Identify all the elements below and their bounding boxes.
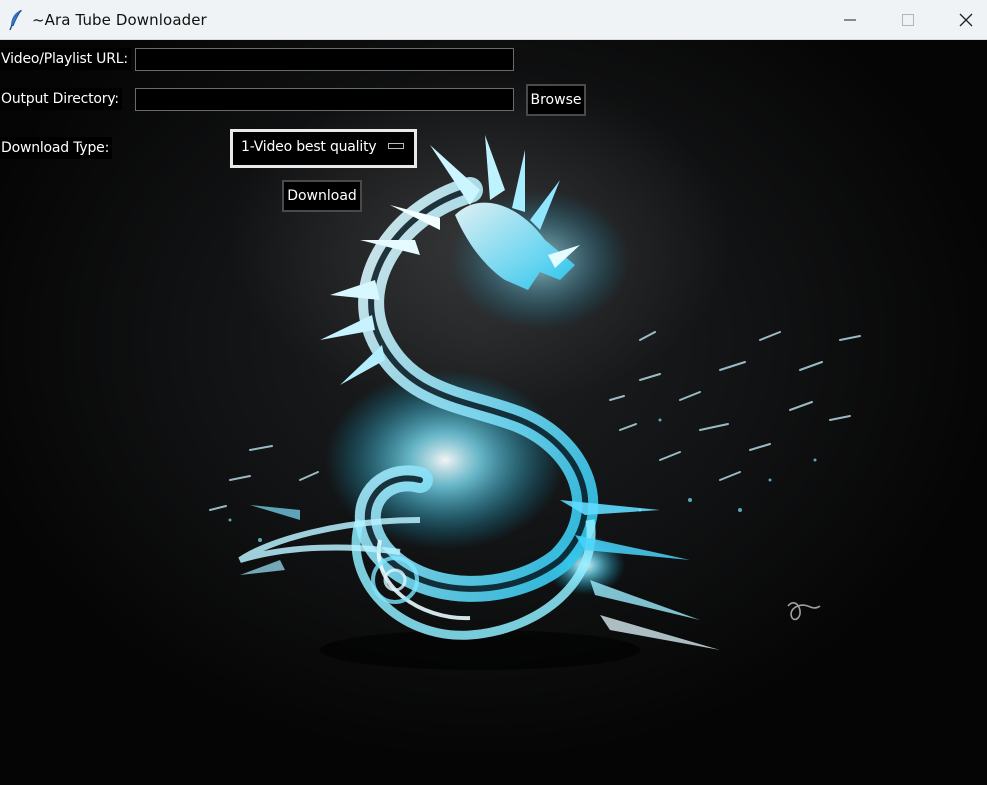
minimize-button[interactable] [821, 0, 879, 40]
download-type-select[interactable]: 1-Video best quality [230, 129, 417, 168]
url-label: Video/Playlist URL: [0, 48, 131, 70]
download-type-label: Download Type: [0, 137, 113, 159]
browse-button-label: Browse [530, 92, 582, 108]
feather-icon [9, 9, 22, 31]
option-menu-indicator-icon [388, 143, 404, 149]
download-type-value: 1-Video best quality [241, 139, 377, 155]
main-content: Video/Playlist URL: Output Directory: Br… [0, 40, 987, 785]
output-directory-label: Output Directory: [0, 88, 122, 110]
close-button[interactable] [937, 0, 987, 40]
window-title: ~Ara Tube Downloader [32, 11, 207, 29]
download-button[interactable]: Download [282, 180, 362, 212]
dragon-icon [209, 135, 861, 670]
maximize-icon [902, 14, 914, 26]
url-input[interactable] [135, 48, 514, 71]
download-button-label: Download [287, 188, 357, 204]
output-directory-input[interactable] [135, 88, 514, 111]
browse-button[interactable]: Browse [526, 84, 586, 116]
app-window: ~Ara Tube Downloader Video/Playlist URL:… [0, 0, 987, 785]
minimize-icon [844, 19, 856, 21]
close-icon [959, 13, 973, 27]
maximize-button[interactable] [879, 0, 937, 40]
title-bar: ~Ara Tube Downloader [0, 0, 987, 40]
